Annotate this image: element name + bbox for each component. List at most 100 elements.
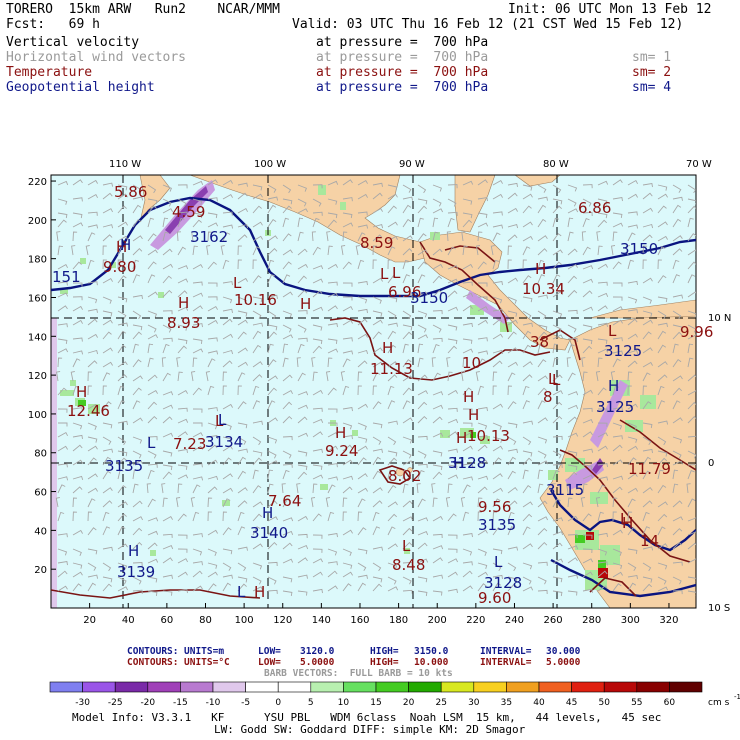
- contour-value: 3125: [596, 398, 634, 416]
- footer-physics: LW: Godd SW: Goddard DIFF: simple KM: 2D…: [214, 723, 526, 736]
- high-marker: H: [608, 377, 619, 395]
- colorbar-swatch: [571, 681, 605, 693]
- contour-value: 8.48: [392, 556, 425, 574]
- colorbar-label: -25: [108, 698, 123, 708]
- colorbar-label: 15: [370, 698, 381, 708]
- high-marker: H: [335, 424, 346, 442]
- contour-legend-item: 5.0000: [300, 657, 335, 668]
- longitude-label: 110 W: [109, 159, 141, 170]
- y-tick-label: 180: [28, 255, 47, 266]
- contour-value: 8.93: [167, 314, 200, 332]
- y-tick-label: 220: [28, 177, 47, 188]
- colorbar-swatch: [343, 681, 377, 693]
- contour-value: 5.86: [114, 183, 147, 201]
- contour-legend-item: INTERVAL=: [480, 657, 532, 668]
- x-tick-label: 40: [122, 615, 135, 625]
- contour-legend-item: 3150.0: [414, 646, 449, 657]
- x-tick-label: 280: [582, 615, 601, 625]
- contour-legend-item: 5.0000: [546, 657, 581, 668]
- contour-legend-item: CONTOURS:: [127, 646, 179, 657]
- high-marker: H: [468, 406, 479, 424]
- contour-value: 12.46: [67, 402, 110, 420]
- contour-value: 9.24: [325, 442, 358, 460]
- colorbar-unit: cm s: [708, 698, 730, 708]
- x-tick-label: 140: [312, 615, 331, 625]
- x-tick-label: 180: [389, 615, 408, 625]
- high-marker: H: [622, 514, 633, 532]
- y-tick-label: 100: [28, 410, 47, 421]
- colorbar-swatch: [245, 681, 279, 693]
- colorbar-label: 55: [631, 698, 642, 708]
- longitude-label: 90 W: [399, 159, 425, 170]
- y-tick-label: 40: [34, 526, 47, 537]
- contour-value: 3125: [604, 342, 642, 360]
- high-marker: H: [120, 236, 131, 254]
- colorbar-label: -10: [206, 698, 221, 708]
- contour-value: 3135: [105, 457, 143, 475]
- colorbar-swatch: [506, 681, 540, 693]
- colorbar-swatch: [538, 681, 572, 693]
- weather-map: 5.864.5931629.80HH151H8.93L10.16 H8.59L6.…: [28, 159, 731, 625]
- contour-legend-item: HIGH=: [370, 657, 399, 668]
- contour-value: 7.23: [173, 435, 206, 453]
- contour-value: 3162: [190, 228, 228, 246]
- contour-legend-item: UNITS=m: [184, 646, 225, 657]
- colorbar-swatch: [473, 681, 507, 693]
- x-tick-label: 240: [505, 615, 524, 625]
- colorbar-swatch: [114, 681, 149, 693]
- contour-legend-item: 10.000: [414, 657, 449, 668]
- y-tick-label: 160: [28, 293, 47, 304]
- high-marker: H: [535, 260, 546, 278]
- colorbar-swatch: [636, 681, 670, 693]
- longitude-label: 70 W: [686, 159, 712, 170]
- contour-value: 3135: [478, 516, 516, 534]
- contour-value: 8.02: [388, 467, 421, 485]
- contour-legend-item: 30.000: [546, 646, 581, 657]
- low-marker: L: [608, 322, 617, 340]
- contour-legend-item: HIGH=: [370, 646, 399, 657]
- low-marker: L: [147, 434, 156, 452]
- barb-legend: BARB VECTORS: FULL BARB = 10 kts: [264, 668, 453, 679]
- contour-value: 4.59: [172, 203, 205, 221]
- y-tick-label: 20: [34, 565, 47, 576]
- contour-value: 3140: [250, 524, 288, 542]
- longitude-label: 100 W: [254, 159, 286, 170]
- x-tick-label: 100: [235, 615, 254, 625]
- x-tick-label: 20: [83, 615, 96, 625]
- high-marker: H: [262, 504, 273, 522]
- contour-value: 10.13: [467, 427, 510, 445]
- colorbar-swatch: [147, 681, 181, 693]
- contour-value: 11.13: [370, 360, 413, 378]
- contour-value: 8.59: [360, 234, 393, 252]
- low-marker: L: [548, 370, 557, 388]
- high-marker: H: [300, 295, 311, 313]
- latitude-label: 10 N: [708, 313, 731, 324]
- high-marker: H: [456, 429, 467, 447]
- contour-value: 38: [530, 333, 549, 351]
- latitude-label: 10 S: [708, 603, 730, 614]
- colorbar-swatch: [82, 681, 116, 693]
- colorbar-label: 30: [468, 698, 480, 708]
- colorbar-swatch: [440, 681, 475, 693]
- contour-value: 11.79: [628, 460, 671, 478]
- colorbar-swatch: [49, 681, 83, 693]
- low-marker: L: [218, 411, 227, 429]
- contour-value: 3139: [117, 563, 155, 581]
- contour-legend-item: LOW=: [258, 646, 281, 657]
- contour-value: 10.34: [522, 280, 565, 298]
- colorbar-label: -5: [241, 698, 250, 708]
- colorbar-label: 25: [435, 698, 446, 708]
- colorbar-label: 45: [566, 698, 577, 708]
- x-tick-label: 80: [199, 615, 212, 625]
- latitude-label: 0: [708, 458, 714, 469]
- y-tick-label: 120: [28, 371, 47, 382]
- colorbar-label: 50: [598, 698, 610, 708]
- contour-value: 9.60: [478, 589, 511, 607]
- colorbar-swatch: [669, 681, 703, 693]
- contour-legend-item: CONTOURS:: [127, 657, 179, 668]
- contour-legend-item: LOW=: [258, 657, 281, 668]
- colorbar-label: 5: [308, 698, 314, 708]
- contour-value: 3128: [448, 454, 486, 472]
- x-tick-label: 200: [428, 615, 447, 625]
- colorbar-swatch: [310, 681, 344, 693]
